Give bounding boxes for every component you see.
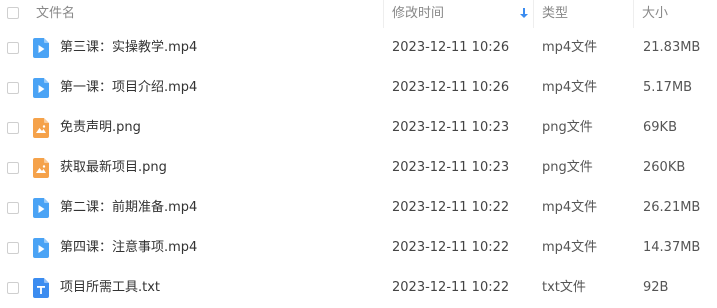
file-size: 260KB: [643, 160, 686, 175]
file-type: mp4文件: [542, 80, 598, 95]
list-header: 文件名 修改时间 类型 大小: [0, 0, 717, 28]
row-checkbox[interactable]: [7, 122, 19, 134]
text-file-icon: [33, 278, 49, 298]
file-type: mp4文件: [542, 200, 598, 215]
file-modified-time: 2023-12-11 10:26: [392, 40, 510, 55]
video-file-icon: [33, 78, 49, 98]
column-divider: [533, 0, 534, 28]
column-divider: [383, 0, 384, 28]
file-row[interactable]: 第一课：项目介绍.mp4 2023-12-11 10:26 mp4文件 5.17MB: [0, 68, 717, 108]
file-name[interactable]: 获取最新项目.png: [60, 148, 167, 188]
file-row[interactable]: 第三课：实操教学.mp4 2023-12-11 10:26 mp4文件 21.83MB: [0, 28, 717, 68]
file-modified-time: 2023-12-11 10:23: [392, 120, 510, 135]
file-modified-time: 2023-12-11 10:26: [392, 80, 510, 95]
file-type: mp4文件: [542, 40, 598, 55]
select-all-checkbox[interactable]: [7, 7, 19, 19]
file-modified-time: 2023-12-11 10:22: [392, 200, 510, 215]
file-name[interactable]: 第三课：实操教学.mp4: [60, 28, 197, 68]
video-file-icon: [33, 238, 49, 258]
file-row[interactable]: 项目所需工具.txt 2023-12-11 10:22 txt文件 92B: [0, 268, 717, 308]
file-type: png文件: [542, 160, 593, 175]
file-size: 69KB: [643, 120, 677, 135]
file-size: 5.17MB: [643, 80, 693, 95]
column-divider: [633, 0, 634, 28]
file-row[interactable]: 获取最新项目.png 2023-12-11 10:23 png文件 260KB: [0, 148, 717, 188]
column-header-size[interactable]: 大小: [642, 0, 668, 28]
file-size: 92B: [643, 280, 669, 295]
row-checkbox[interactable]: [7, 82, 19, 94]
image-file-icon: [33, 118, 49, 138]
file-modified-time: 2023-12-11 10:22: [392, 240, 510, 255]
column-header-name[interactable]: 文件名: [36, 0, 75, 28]
file-modified-time: 2023-12-11 10:23: [392, 160, 510, 175]
file-name[interactable]: 免责声明.png: [60, 108, 141, 148]
row-checkbox[interactable]: [7, 202, 19, 214]
column-header-type[interactable]: 类型: [542, 0, 568, 28]
file-size: 14.37MB: [643, 240, 701, 255]
file-type: txt文件: [542, 280, 586, 295]
file-row[interactable]: 第四课：注意事项.mp4 2023-12-11 10:22 mp4文件 14.37MB: [0, 228, 717, 268]
file-type: mp4文件: [542, 240, 598, 255]
video-file-icon: [33, 38, 49, 58]
image-file-icon: [33, 158, 49, 178]
row-checkbox[interactable]: [7, 282, 19, 294]
file-size: 26.21MB: [643, 200, 701, 215]
video-file-icon: [33, 198, 49, 218]
file-list: 文件名 修改时间 类型 大小 第三课：实操教学.mp4 2023-12-11 10…: [0, 0, 717, 307]
file-name[interactable]: 第四课：注意事项.mp4: [60, 228, 197, 268]
file-name[interactable]: 第二课：前期准备.mp4: [60, 188, 197, 228]
column-header-modified[interactable]: 修改时间: [392, 0, 444, 28]
file-row[interactable]: 第二课：前期准备.mp4 2023-12-11 10:22 mp4文件 26.21MB: [0, 188, 717, 228]
file-modified-time: 2023-12-11 10:22: [392, 280, 510, 295]
sort-descending-icon[interactable]: [518, 6, 530, 20]
file-row[interactable]: 免责声明.png 2023-12-11 10:23 png文件 69KB: [0, 108, 717, 148]
row-checkbox[interactable]: [7, 162, 19, 174]
row-checkbox[interactable]: [7, 242, 19, 254]
file-name[interactable]: 项目所需工具.txt: [60, 268, 160, 308]
file-name[interactable]: 第一课：项目介绍.mp4: [60, 68, 197, 108]
file-type: png文件: [542, 120, 593, 135]
file-size: 21.83MB: [643, 40, 701, 55]
row-checkbox[interactable]: [7, 42, 19, 54]
